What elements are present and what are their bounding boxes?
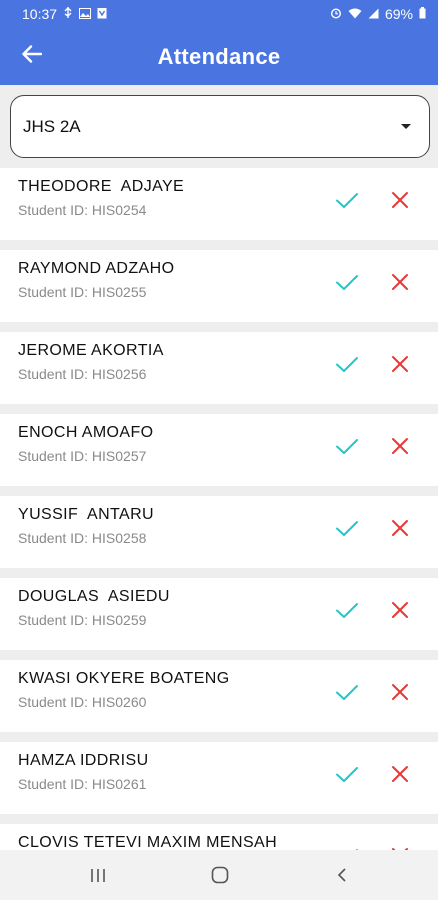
student-name: RAYMOND ADZAHO	[18, 260, 175, 277]
student-name: KWASI OKYERE BOATENG	[18, 670, 230, 687]
class-select-value: JHS 2A	[23, 116, 81, 136]
nav-back-button[interactable]	[329, 863, 355, 887]
status-right: 69%	[330, 6, 426, 22]
wifi-icon	[348, 8, 362, 21]
dropdown-arrow-icon[interactable]	[401, 124, 411, 129]
status-time: 10:37	[22, 6, 58, 22]
mark-present-button[interactable]	[334, 352, 360, 376]
checkmark-icon[interactable]	[334, 270, 360, 294]
signal-icon	[368, 8, 379, 21]
student-id: Student ID: HIS0261	[18, 776, 147, 792]
mark-absent-button[interactable]	[388, 516, 412, 540]
recent-apps-icon[interactable]	[90, 868, 106, 883]
battery-icon	[419, 7, 426, 21]
student-name: ENOCH AMOAFO	[18, 424, 154, 441]
close-icon[interactable]	[388, 434, 412, 458]
mark-absent-button[interactable]	[388, 598, 412, 622]
mark-present-button[interactable]	[334, 762, 360, 786]
mark-absent-button[interactable]	[388, 188, 412, 212]
student-id: Student ID: HIS0259	[18, 612, 147, 628]
mark-absent-button[interactable]	[388, 352, 412, 376]
mark-absent-button[interactable]	[388, 680, 412, 704]
student-name: DOUGLAS ASIEDU	[18, 588, 170, 605]
close-icon[interactable]	[388, 270, 412, 294]
back-icon[interactable]	[336, 867, 348, 883]
student-name: HAMZA IDDRISU	[18, 752, 149, 769]
student-id: Student ID: HIS0257	[18, 448, 147, 464]
image-icon	[79, 7, 92, 21]
student-name: YUSSIF ANTARU	[18, 506, 154, 523]
student-id: Student ID: HIS0260	[18, 694, 147, 710]
checkmark-icon[interactable]	[334, 762, 360, 786]
close-icon[interactable]	[388, 352, 412, 376]
close-icon[interactable]	[388, 188, 412, 212]
student-row: CLOVIS TETEVI MAXIM MENSAH	[0, 824, 438, 850]
student-name: CLOVIS TETEVI MAXIM MENSAH	[18, 834, 278, 850]
mark-absent-button[interactable]	[388, 762, 412, 786]
page-title: Attendance	[157, 43, 281, 69]
student-row: DOUGLAS ASIEDU Student ID: HIS0259	[0, 578, 438, 650]
student-id: Student ID: HIS0254	[18, 202, 147, 218]
close-icon[interactable]	[388, 598, 412, 622]
checkmark-icon[interactable]	[334, 516, 360, 540]
home-button[interactable]	[207, 863, 233, 887]
checkmark-icon[interactable]	[334, 352, 360, 376]
arrow-left-icon[interactable]	[22, 45, 42, 63]
class-select-dropdown[interactable]: JHS 2A	[10, 95, 430, 158]
back-button[interactable]	[18, 40, 46, 68]
mark-absent-button[interactable]	[388, 270, 412, 294]
checkmark-icon[interactable]	[334, 188, 360, 212]
student-row: JEROME AKORTIA Student ID: HIS0256	[0, 332, 438, 404]
student-row: THEODORE ADJAYE Student ID: HIS0254	[0, 168, 438, 240]
clipboard-icon	[97, 7, 107, 21]
app-bar: Attendance	[0, 28, 438, 85]
student-list: THEODORE ADJAYE Student ID: HIS0254 RAYMON…	[0, 168, 438, 850]
student-name: THEODORE ADJAYE	[18, 178, 185, 195]
student-row: ENOCH AMOAFO Student ID: HIS0257	[0, 414, 438, 486]
checkmark-icon[interactable]	[334, 598, 360, 622]
student-row: HAMZA IDDRISU Student ID: HIS0261	[0, 742, 438, 814]
student-name: JEROME AKORTIA	[18, 342, 164, 359]
recent-apps-button[interactable]	[85, 863, 111, 887]
close-icon[interactable]	[388, 516, 412, 540]
student-row: YUSSIF ANTARU Student ID: HIS0258	[0, 496, 438, 568]
status-bar: 10:37 69%	[0, 0, 438, 28]
student-id: Student ID: HIS0256	[18, 366, 147, 382]
mark-present-button[interactable]	[334, 434, 360, 458]
close-icon[interactable]	[388, 762, 412, 786]
checkmark-icon[interactable]	[334, 434, 360, 458]
app-header: 10:37 69% Attendance	[0, 0, 438, 85]
home-icon[interactable]	[211, 866, 229, 884]
battery-level: 69%	[384, 6, 413, 22]
student-id: Student ID: HIS0258	[18, 530, 147, 546]
student-id: Student ID: HIS0255	[18, 284, 147, 300]
mark-absent-button[interactable]	[388, 434, 412, 458]
alarm-icon	[330, 7, 342, 21]
mark-present-button[interactable]	[334, 680, 360, 704]
close-icon[interactable]	[388, 680, 412, 704]
mark-present-button[interactable]	[334, 188, 360, 212]
usb-icon	[63, 7, 73, 21]
system-nav-bar	[0, 850, 438, 900]
mark-present-button[interactable]	[334, 516, 360, 540]
checkmark-icon[interactable]	[334, 680, 360, 704]
mark-present-button[interactable]	[334, 598, 360, 622]
status-left: 10:37	[22, 6, 107, 22]
student-row: RAYMOND ADZAHO Student ID: HIS0255	[0, 250, 438, 322]
student-row: KWASI OKYERE BOATENG Student ID: HIS0260	[0, 660, 438, 732]
mark-present-button[interactable]	[334, 270, 360, 294]
